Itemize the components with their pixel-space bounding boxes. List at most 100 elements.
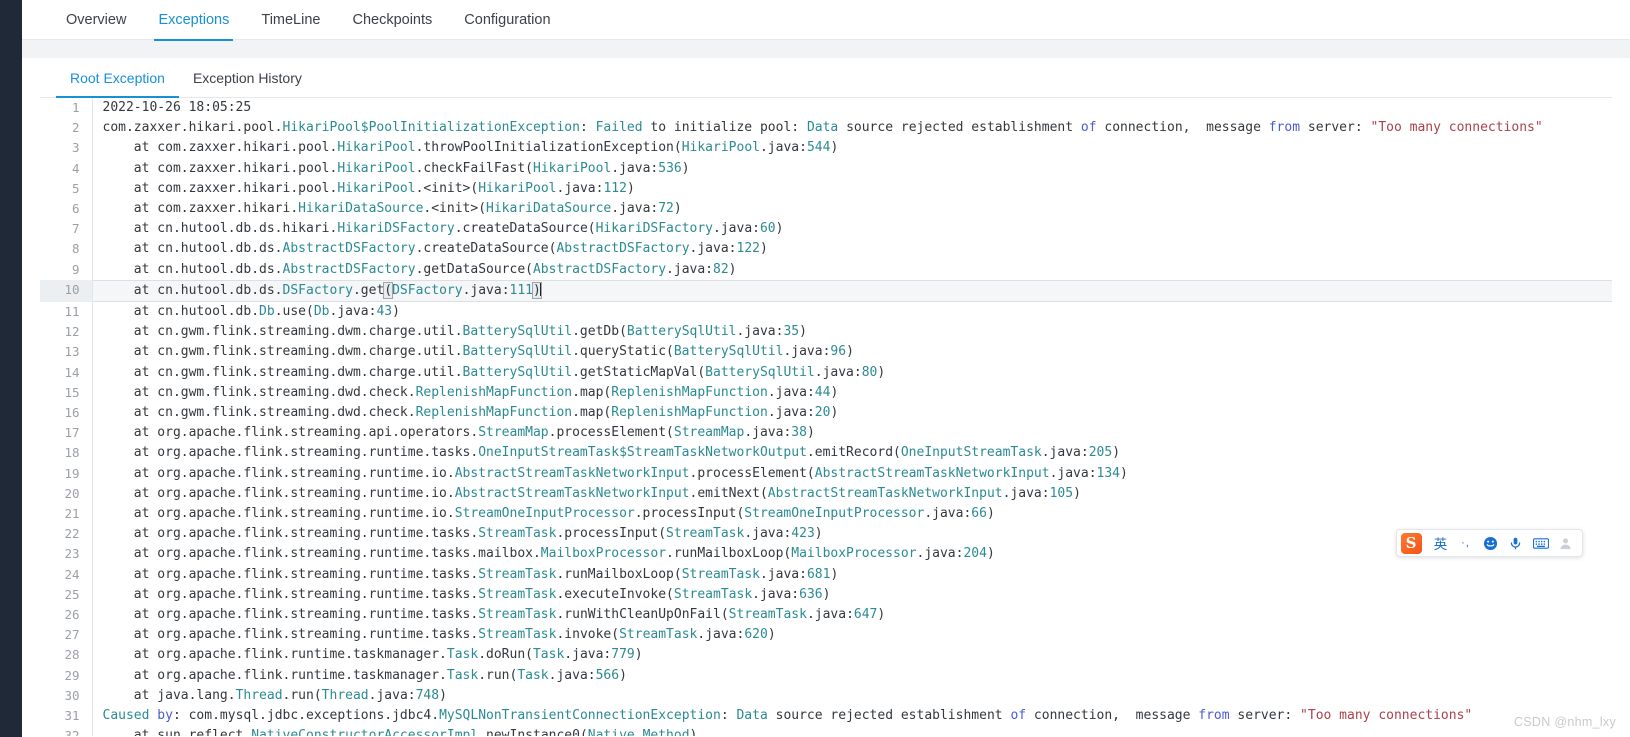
code-line-content[interactable]: at org.apache.flink.streaming.runtime.io… [92,504,1612,524]
tab-timeline[interactable]: TimeLine [245,0,336,40]
code-token: StreamMap [478,425,549,441]
voice-input-icon[interactable] [1504,531,1527,555]
code-line: 4 at com.zaxxer.hikari.pool.HikariPool.c… [40,158,1612,179]
code-token: : [720,708,737,724]
code-token: .java: [744,526,792,542]
user-account-icon[interactable] [1554,531,1577,555]
code-token: ) [877,607,886,623]
code-line: 16 at cn.gwm.flink.streaming.dwd.check.R… [40,403,1612,424]
code-token: .use( [274,304,314,320]
stacktrace-code-table: 1 2022-10-26 18:05:25 2 com.zaxxer.hikari.p… [40,98,1612,736]
code-token: .java: [713,221,760,237]
code-token: at com.zaxxer.hikari.pool. [102,140,338,156]
code-line-content[interactable]: at org.apache.flink.streaming.runtime.ta… [92,585,1612,605]
code-line-content[interactable]: at org.apache.flink.streaming.api.operat… [92,423,1612,443]
code-line-content[interactable]: at com.zaxxer.hikari.pool.HikariPool.<in… [92,179,1612,199]
code-line-content[interactable]: at cn.hutool.db.ds.DSFactory.get(DSFacto… [92,279,1612,303]
language-mode-icon[interactable]: 英 [1429,531,1452,555]
code-token: HikariDSFactory [337,221,455,237]
code-token: at cn.hutool.db. [102,304,260,320]
line-number: 5 [40,178,93,200]
code-token: .java: [1002,485,1050,501]
code-line-content[interactable]: at org.apache.flink.streaming.runtime.ta… [92,605,1612,625]
subtab-exception-history[interactable]: Exception History [179,58,316,97]
code-line-content[interactable]: at org.apache.flink.streaming.runtime.ta… [92,524,1612,544]
code-token: : com.mysql.jdbc.exceptions.jdbc4. [172,708,440,724]
code-line: 5 at com.zaxxer.hikari.pool.HikariPool.<… [40,178,1612,200]
code-token: HikariPool$PoolInitializationException [282,120,580,136]
code-line-content[interactable]: at org.apache.flink.streaming.runtime.ta… [92,544,1612,564]
code-token: at org.apache.flink.streaming.runtime.ta… [102,586,479,602]
punctuation-icon[interactable]: ·, [1454,531,1477,555]
code-line-content[interactable]: at cn.hutool.db.ds.hikari.HikariDSFactor… [92,219,1612,239]
line-number: 15 [40,382,93,404]
tab-checkpoints[interactable]: Checkpoints [336,0,448,40]
code-line-content[interactable]: at org.apache.flink.runtime.taskmanager.… [92,666,1612,686]
code-token: 60 [759,221,776,237]
code-token: Task [446,647,479,663]
code-line-content[interactable]: at cn.gwm.flink.streaming.dwd.check.Repl… [92,383,1612,403]
line-number: 17 [40,423,93,444]
code-token: ) [626,180,635,196]
code-token: 779 [611,647,635,663]
csdn-watermark: CSDN @nhm_lxy [1513,715,1616,729]
line-number: 6 [40,199,93,220]
code-line-content[interactable]: Caused by: com.mysql.jdbc.exceptions.jdb… [92,706,1612,726]
code-line-content[interactable]: at org.apache.flink.streaming.runtime.io… [92,484,1612,504]
code-line-content[interactable]: at org.apache.flink.runtime.taskmanager.… [92,645,1612,665]
ime-floating-toolbar[interactable]: S 英 ·, [1396,529,1583,557]
code-line-content[interactable]: at org.apache.flink.streaming.runtime.io… [92,464,1612,484]
code-line-content[interactable]: at cn.gwm.flink.streaming.dwd.check.Repl… [92,403,1612,423]
code-token: .runWithCleanUpOnFail( [556,607,729,623]
code-line-content[interactable]: at cn.gwm.flink.streaming.dwm.charge.uti… [92,363,1612,383]
code-line: 20 at org.apache.flink.streaming.runtime… [40,483,1612,505]
stacktrace-viewer[interactable]: 1 2022-10-26 18:05:25 2 com.zaxxer.hikari.p… [40,98,1612,736]
code-line-content[interactable]: at cn.hutool.db.ds.AbstractDSFactory.get… [92,260,1612,281]
code-token: BatterySqlUtil [626,324,737,340]
code-line-content[interactable]: at org.apache.flink.streaming.runtime.ta… [92,443,1612,463]
line-number: 28 [40,645,93,666]
code-token: .processInput( [556,526,667,542]
code-token: "Too many connections" [1300,708,1473,724]
line-number: 22 [40,524,93,545]
code-line-content[interactable]: at sun.reflect.NativeConstructorAccessor… [92,726,1612,736]
tab-overview[interactable]: Overview [50,0,142,40]
code-token: Caused [102,708,150,724]
code-line-content[interactable]: at org.apache.flink.streaming.runtime.ta… [92,565,1612,585]
code-token: .get [352,282,385,298]
code-line-content[interactable]: at org.apache.flink.streaming.runtime.ta… [92,625,1612,645]
code-token: Db [259,304,275,320]
subtab-root-exception[interactable]: Root Exception [56,58,179,98]
code-token: MailboxProcessor [540,546,667,562]
code-token: Failed [595,120,643,136]
code-line-content[interactable]: 2022-10-26 18:05:25 [92,98,1612,118]
code-token: at cn.gwm.flink.streaming.dwd.check. [102,384,416,400]
code-token: HikariPool [337,180,416,196]
code-token: from [1198,708,1230,724]
code-token: MySQLNonTransientConnectionException [439,708,721,724]
code-line-content[interactable]: at cn.gwm.flink.streaming.dwm.charge.uti… [92,342,1612,362]
code-token: from [1268,120,1301,136]
code-line-content[interactable]: at com.zaxxer.hikari.pool.HikariPool.che… [92,159,1612,179]
soft-keyboard-icon[interactable] [1529,531,1552,555]
code-token: at org.apache.flink.runtime.taskmanager. [102,647,447,663]
emoji-icon[interactable] [1479,531,1502,555]
code-token: ) [806,425,815,441]
tab-configuration[interactable]: Configuration [448,0,566,40]
code-token: BatterySqlUtil [673,344,784,360]
code-line-content[interactable]: at cn.hutool.db.ds.AbstractDSFactory.cre… [92,239,1612,259]
code-line-content[interactable]: at cn.hutool.db.Db.use(Db.java:43) [92,302,1612,323]
code-line-content[interactable]: at cn.gwm.flink.streaming.dwm.charge.uti… [92,322,1612,342]
code-line-content[interactable]: at com.zaxxer.hikari.HikariDataSource.<i… [92,199,1612,219]
tab-exceptions[interactable]: Exceptions [142,0,245,41]
code-line-content[interactable]: at java.lang.Thread.run(Thread.java:748) [92,686,1612,706]
sogou-logo-icon[interactable]: S [1397,530,1425,556]
code-line-content[interactable]: com.zaxxer.hikari.pool.HikariPool$PoolIn… [92,118,1612,138]
code-token: by [157,708,173,724]
code-token: .getDb( [572,324,627,340]
code-token: Task [446,667,479,683]
code-line-content[interactable]: at com.zaxxer.hikari.pool.HikariPool.thr… [92,138,1612,158]
code-token: AbstractDSFactory [532,261,667,277]
code-token: ReplenishMapFunction [611,405,768,421]
line-number: 26 [40,605,93,626]
